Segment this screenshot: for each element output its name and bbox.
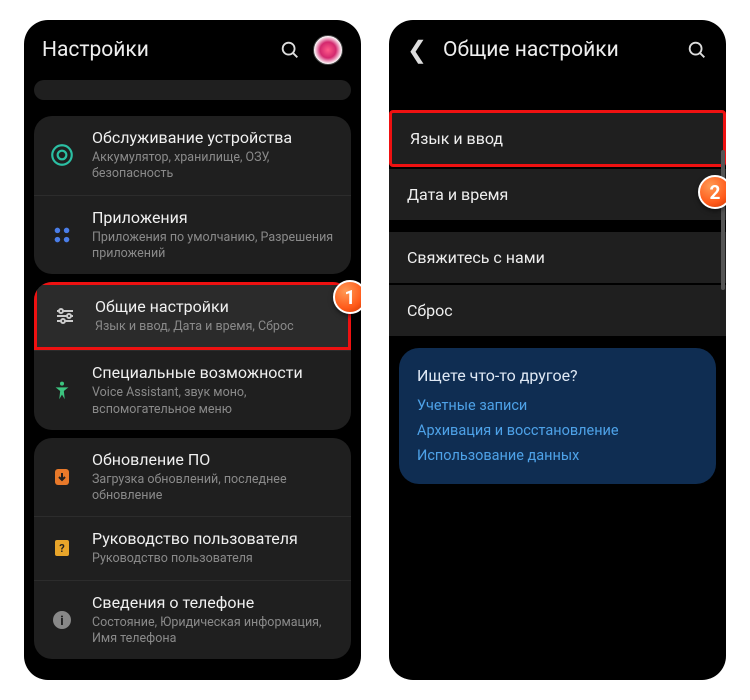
looking-for-infobox: Ищете что-то другое? Учетные записи Архи… — [399, 348, 716, 484]
header: ❮ Общие настройки — [389, 20, 726, 80]
row-contact-us[interactable]: Свяжитесь с нами — [389, 232, 726, 283]
settings-row-device-care[interactable]: Обслуживание устройства Аккумулятор, хра… — [34, 116, 351, 195]
back-icon[interactable]: ❮ — [407, 38, 431, 62]
infobox-link-data-usage[interactable]: Использование данных — [417, 447, 698, 464]
scrollbar[interactable] — [721, 150, 725, 290]
profile-avatar[interactable] — [313, 35, 343, 65]
row-title: Обслуживание устройства — [92, 128, 337, 148]
about-icon: i — [46, 604, 78, 636]
manual-icon: ? — [46, 532, 78, 564]
device-care-icon — [46, 139, 78, 171]
row-title: Общие настройки — [95, 297, 334, 317]
settings-group: Общие настройки Язык и ввод, Дата и врем… — [34, 282, 351, 430]
row-title: Язык и ввод — [410, 129, 503, 148]
header: Настройки — [24, 20, 361, 80]
row-title: Обновление ПО — [92, 450, 337, 470]
row-subtitle: Аккумулятор, хранилище, ОЗУ, безопасност… — [92, 150, 337, 183]
settings-list: Обслуживание устройства Аккумулятор, хра… — [24, 80, 361, 659]
step-badge-1: 1 — [333, 280, 361, 314]
settings-row-accessibility[interactable]: Специальные возможности Voice Assistant,… — [34, 350, 351, 430]
row-date-time[interactable]: Дата и время — [389, 169, 726, 220]
settings-group: Обслуживание устройства Аккумулятор, хра… — [34, 116, 351, 274]
row-title: Сброс — [407, 301, 453, 320]
accessibility-icon — [46, 375, 78, 407]
apps-icon — [46, 219, 78, 251]
settings-row-manual[interactable]: ? Руководство пользователя Руководство п… — [34, 516, 351, 579]
row-title: Сведения о телефоне — [92, 593, 337, 613]
list-overscroll — [34, 80, 351, 100]
row-subtitle: Загрузка обновлений, последнее обновлени… — [92, 472, 337, 505]
infobox-link-backup[interactable]: Архивация и восстановление — [417, 422, 698, 439]
list-group: Язык и ввод Дата и время — [389, 110, 726, 220]
row-title: Руководство пользователя — [92, 529, 337, 549]
row-title: Специальные возможности — [92, 363, 337, 383]
row-subtitle: Руководство пользователя — [92, 551, 337, 567]
svg-text:i: i — [60, 614, 63, 629]
settings-row-update[interactable]: Обновление ПО Загрузка обновлений, после… — [34, 438, 351, 517]
settings-row-general[interactable]: Общие настройки Язык и ввод, Дата и врем… — [34, 282, 351, 350]
row-title: Свяжитесь с нами — [407, 248, 545, 267]
infobox-title: Ищете что-то другое? — [417, 366, 698, 385]
svg-text:?: ? — [59, 542, 65, 555]
settings-group: Обновление ПО Загрузка обновлений, после… — [34, 438, 351, 659]
sliders-icon — [49, 300, 81, 332]
row-subtitle: Состояние, Юридическая информация, Имя т… — [92, 615, 337, 648]
search-icon[interactable] — [686, 39, 708, 61]
settings-screen: Настройки Обслуживание устройства Аккуму… — [24, 20, 361, 680]
row-subtitle: Язык и ввод, Дата и время, Сброс — [95, 319, 334, 335]
step-badge-2: 2 — [698, 175, 726, 209]
update-icon — [46, 461, 78, 493]
row-subtitle: Voice Assistant, звук моно, вспомогатель… — [92, 385, 337, 418]
search-icon[interactable] — [279, 39, 301, 61]
row-title: Приложения — [92, 208, 337, 228]
row-subtitle: Приложения по умолчанию, Разрешения прил… — [92, 230, 337, 263]
settings-list: Язык и ввод Дата и время Свяжитесь с нам… — [389, 80, 726, 484]
row-reset[interactable]: Сброс — [389, 285, 726, 336]
settings-row-about[interactable]: i Сведения о телефоне Состояние, Юридиче… — [34, 580, 351, 660]
page-title: Общие настройки — [443, 38, 674, 62]
settings-row-apps[interactable]: Приложения Приложения по умолчанию, Разр… — [34, 195, 351, 275]
page-title: Настройки — [42, 38, 267, 62]
infobox-link-accounts[interactable]: Учетные записи — [417, 397, 698, 414]
list-group: Свяжитесь с нами Сброс — [389, 232, 726, 336]
row-language-input[interactable]: Язык и ввод — [389, 110, 726, 167]
general-settings-screen: ❮ Общие настройки Язык и ввод Дата и вре… — [389, 20, 726, 680]
row-title: Дата и время — [407, 185, 508, 204]
